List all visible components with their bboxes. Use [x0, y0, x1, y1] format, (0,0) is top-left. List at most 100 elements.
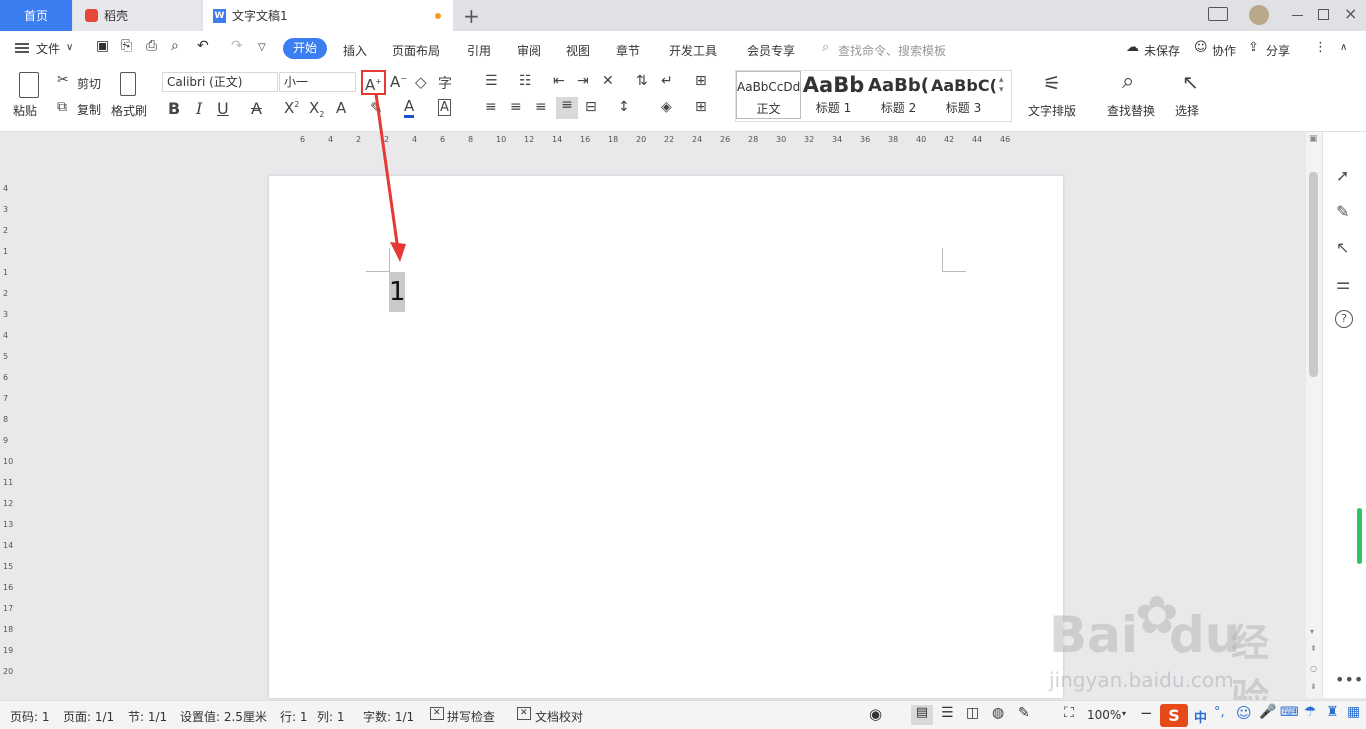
- style-heading-1[interactable]: AaBb 标题 1: [801, 71, 866, 119]
- tab-view[interactable]: 视图: [566, 42, 590, 59]
- ime-language[interactable]: 中: [1194, 707, 1207, 726]
- toolbox-icon[interactable]: ▦: [1347, 704, 1360, 720]
- sort-icon[interactable]: ⇅: [636, 73, 648, 89]
- save-icon[interactable]: ▣: [96, 38, 109, 54]
- page-view-icon[interactable]: ▤: [911, 705, 933, 725]
- keyboard-icon[interactable]: ⌨: [1280, 705, 1299, 720]
- fit-page-icon[interactable]: ⛶: [1064, 705, 1074, 721]
- char-border-icon[interactable]: A: [438, 99, 451, 116]
- unsaved-status[interactable]: 未保存: [1144, 42, 1180, 59]
- subscript-icon[interactable]: X2: [309, 99, 324, 119]
- style-scroll-icon[interactable]: ▴ ▾: [999, 75, 1004, 95]
- print-icon[interactable]: ⎙: [146, 38, 157, 54]
- borders-icon[interactable]: ⊞: [695, 99, 707, 115]
- font-name-select[interactable]: Calibri (正文): [162, 72, 278, 92]
- line-spacing-icon[interactable]: ↕: [618, 99, 630, 115]
- find-replace-label[interactable]: 查找替换: [1107, 102, 1155, 119]
- select-browse-icon[interactable]: ○: [1310, 664, 1317, 673]
- select-label[interactable]: 选择: [1175, 102, 1199, 119]
- more-icon[interactable]: •••: [1335, 670, 1363, 689]
- superscript-icon[interactable]: X2: [284, 99, 299, 117]
- shading-icon[interactable]: ◈: [661, 99, 672, 115]
- tab-home[interactable]: 首页: [0, 0, 72, 31]
- align-center-icon[interactable]: ≡: [510, 99, 522, 115]
- paste-label[interactable]: 粘贴: [13, 102, 37, 119]
- copy-icon[interactable]: ⧉: [57, 99, 67, 115]
- decrease-indent-icon[interactable]: ⇤: [553, 73, 565, 89]
- justify-icon[interactable]: ≡: [556, 97, 578, 119]
- tab-chapter[interactable]: 章节: [616, 42, 640, 59]
- vertical-ruler[interactable]: 4 3 2 1 1 2 3 4 5 6 7 8 9 10 11 12 13 14 15 16 17 18 19 20: [0, 148, 16, 698]
- prev-page-icon[interactable]: ⇞: [1310, 644, 1317, 653]
- microphone-icon[interactable]: 🎤: [1259, 704, 1276, 720]
- customize-toolbar-icon[interactable]: ▽: [258, 42, 266, 53]
- more-options-icon[interactable]: ⋮: [1314, 40, 1327, 55]
- bullet-list-icon[interactable]: ☰: [485, 73, 498, 89]
- command-search-input[interactable]: 查找命令、搜索模板: [838, 42, 946, 59]
- status-row[interactable]: 行: 1: [280, 708, 308, 725]
- settings-sliders-icon[interactable]: ⚌: [1336, 274, 1350, 293]
- emoji-icon[interactable]: ☺: [1236, 704, 1252, 722]
- tab-document[interactable]: W 文字文稿1: [203, 0, 453, 31]
- tab-review[interactable]: 审阅: [517, 42, 541, 59]
- decrease-font-size-icon[interactable]: A−: [390, 73, 407, 91]
- distribute-icon[interactable]: ⊟: [585, 99, 597, 115]
- hamburger-icon[interactable]: [15, 43, 29, 53]
- export-icon[interactable]: ⎘: [121, 38, 132, 54]
- underline-icon[interactable]: U: [217, 99, 229, 118]
- bold-icon[interactable]: B: [168, 99, 180, 118]
- cut-icon[interactable]: ✂: [57, 72, 69, 88]
- sogou-ime-icon[interactable]: S: [1160, 704, 1188, 727]
- clear-format-icon[interactable]: ◇: [415, 73, 427, 91]
- tab-page-layout[interactable]: 页面布局: [392, 42, 440, 59]
- new-tab-plus-icon[interactable]: +: [463, 4, 480, 28]
- tab-daoke[interactable]: 稻壳: [73, 0, 201, 31]
- avatar[interactable]: [1249, 5, 1269, 25]
- status-page-num[interactable]: 页码: 1: [10, 708, 50, 725]
- text-effect-icon[interactable]: A: [336, 99, 346, 117]
- status-word-count[interactable]: 字数: 1/1: [363, 708, 414, 725]
- print-preview-icon[interactable]: ⌕: [171, 38, 179, 54]
- next-page-icon[interactable]: ⇟: [1310, 682, 1317, 691]
- scroll-up-icon[interactable]: ▣: [1309, 134, 1318, 144]
- pointer-icon[interactable]: ↖: [1336, 238, 1349, 257]
- skin-icon[interactable]: ☂: [1304, 704, 1317, 720]
- tshirt-icon[interactable]: ♜: [1326, 704, 1339, 720]
- outline-view-icon[interactable]: ☰: [941, 705, 954, 721]
- font-size-select[interactable]: 小一: [279, 72, 356, 92]
- read-mode-icon[interactable]: ◫: [966, 705, 979, 721]
- tab-developer[interactable]: 开发工具: [669, 42, 717, 59]
- rocket-icon[interactable]: ➚: [1336, 166, 1349, 185]
- style-normal[interactable]: AaBbCcDd 正文: [736, 71, 801, 119]
- help-icon[interactable]: ?: [1335, 310, 1353, 328]
- text-layout-label[interactable]: 文字排版: [1028, 102, 1076, 119]
- numbered-list-icon[interactable]: ☷: [519, 73, 532, 89]
- vertical-scrollbar[interactable]: ▣ ▾ ⇞ ○ ⇟: [1306, 132, 1322, 698]
- tab-stops-icon[interactable]: ⊞: [695, 73, 707, 89]
- find-replace-icon[interactable]: ⌕: [1122, 69, 1134, 94]
- select-cursor-icon[interactable]: ↖: [1182, 70, 1199, 94]
- phonetic-guide-icon[interactable]: 字: [438, 73, 452, 93]
- tab-references[interactable]: 引用: [467, 42, 491, 59]
- format-painter-icon[interactable]: [120, 72, 136, 96]
- zoom-dropdown-icon[interactable]: ▾: [1122, 709, 1126, 718]
- style-heading-2[interactable]: AaBb( 标题 2: [866, 71, 931, 119]
- menu-file[interactable]: 文件: [36, 40, 60, 57]
- align-right-icon[interactable]: ≡: [535, 99, 547, 115]
- zoom-level[interactable]: 100%: [1087, 708, 1121, 722]
- doc-proof-button[interactable]: 文档校对: [535, 708, 583, 725]
- restore-icon[interactable]: [1318, 9, 1329, 20]
- chinese-layout-icon[interactable]: ✕: [602, 73, 614, 89]
- align-left-icon[interactable]: ≡: [485, 99, 497, 115]
- strikethrough-icon[interactable]: A: [251, 99, 262, 118]
- paste-icon[interactable]: [19, 72, 39, 98]
- punctuation-icon[interactable]: °,: [1214, 705, 1225, 720]
- tab-insert[interactable]: 插入: [343, 42, 367, 59]
- status-pages[interactable]: 页面: 1/1: [63, 708, 114, 725]
- eye-protect-icon[interactable]: ◉: [869, 705, 882, 723]
- format-painter-label[interactable]: 格式刷: [111, 102, 147, 119]
- status-col[interactable]: 列: 1: [317, 708, 345, 725]
- write-mode-icon[interactable]: ✎: [1018, 705, 1030, 721]
- scroll-down-icon[interactable]: ▾: [1310, 627, 1314, 636]
- collapse-ribbon-icon[interactable]: ∧: [1340, 42, 1347, 53]
